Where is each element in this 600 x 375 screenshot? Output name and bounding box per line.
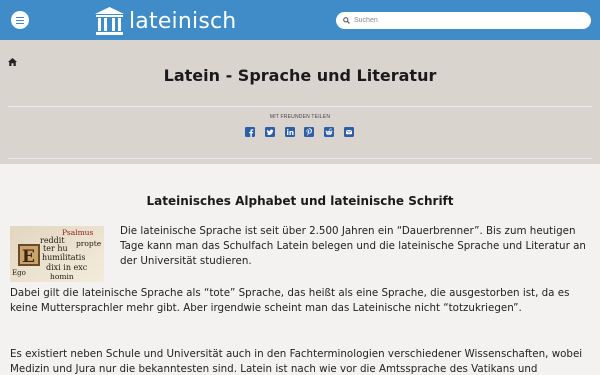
manuscript-image: E Psalmus reddit propte ter hu humilitat… (10, 226, 104, 282)
section-title: Lateinisches Alphabet und lateinische Sc… (146, 194, 454, 208)
email-icon[interactable] (343, 127, 354, 137)
top-bar: lateinisch (0, 0, 600, 40)
article-paragraph: Dabei gilt die lateinische Sprache als “… (10, 287, 570, 314)
share-label: MIT FREUNDEN TEILEN (269, 114, 331, 120)
temple-icon (95, 7, 124, 35)
share-bar (245, 127, 354, 137)
menu-button[interactable] (11, 11, 29, 29)
divider (8, 106, 592, 107)
pinterest-icon[interactable] (304, 127, 315, 137)
article-paragraph: Es existiert neben Schule und Universitä… (10, 348, 583, 375)
svg-text:homin: homin (50, 272, 74, 281)
logo-text: lateinisch (129, 8, 237, 34)
article-paragraph: Die lateinische Sprache ist seit über 2.… (120, 225, 586, 267)
hamburger-icon (16, 16, 24, 24)
reddit-icon[interactable] (324, 127, 335, 137)
facebook-icon[interactable] (245, 127, 255, 137)
page-title: Latein - Sprache und Literatur (163, 66, 437, 85)
search-box[interactable] (336, 12, 591, 29)
svg-text:propte: propte (76, 239, 102, 248)
linkedin-icon[interactable] (284, 127, 295, 137)
article-content: Lateinisches Alphabet und lateinische Sc… (0, 164, 600, 375)
svg-text:E: E (22, 247, 35, 267)
article-thumbnail: E Psalmus reddit propte ter hu humilitat… (10, 226, 104, 282)
divider (8, 158, 592, 159)
site-logo[interactable]: lateinisch (94, 5, 236, 37)
svg-text:Psalmus: Psalmus (62, 228, 94, 237)
hero-section: Latein - Sprache und Literatur MIT FREUN… (0, 40, 600, 164)
svg-text:Ego: Ego (12, 269, 26, 277)
svg-text:dixi in exc: dixi in exc (46, 263, 88, 272)
svg-text:ter hu: ter hu (43, 244, 68, 253)
svg-text:humilitatis: humilitatis (42, 253, 85, 262)
twitter-icon[interactable] (264, 127, 275, 137)
search-input[interactable] (354, 13, 574, 28)
home-icon (8, 58, 17, 66)
search-icon (343, 17, 350, 24)
